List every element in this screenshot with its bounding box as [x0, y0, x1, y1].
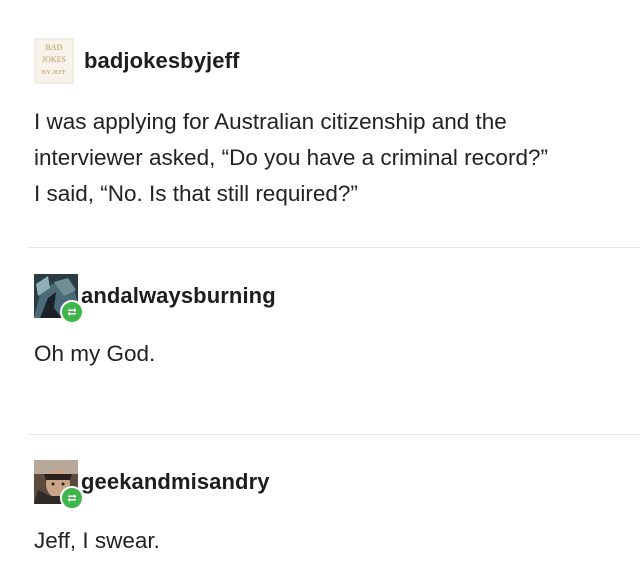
post-text-line: I said, “No. Is that still required?”	[34, 181, 358, 206]
username[interactable]: andalwaysburning	[81, 283, 276, 309]
post-body: I was applying for Australian citizenshi…	[34, 104, 548, 212]
blog-avatar[interactable]	[34, 274, 84, 324]
post-text-line: Jeff, I swear.	[34, 528, 160, 553]
reblog-icon	[60, 300, 84, 324]
post-body: Oh my God.	[34, 336, 155, 372]
blog-avatar-logo[interactable]: BAD JOKES BY JEFF	[34, 38, 74, 84]
post-text-line: I was applying for Australian citizenshi…	[34, 109, 507, 134]
post-text-line: interviewer asked, “Do you have a crimin…	[34, 145, 548, 170]
logo-line: BY JEFF	[42, 69, 67, 76]
blog-avatar[interactable]	[34, 460, 84, 510]
post-text-line: Oh my God.	[34, 341, 156, 366]
username[interactable]: badjokesbyjeff	[84, 48, 239, 74]
logo-line: JOKES	[42, 55, 66, 64]
post-original: BAD JOKES BY JEFF badjokesbyjeff I was a…	[0, 0, 640, 247]
post-header: BAD JOKES BY JEFF badjokesbyjeff	[34, 38, 239, 84]
post-body: Jeff, I swear.	[34, 523, 160, 559]
username[interactable]: geekandmisandry	[81, 469, 270, 495]
post-reblog: geekandmisandry Jeff, I swear.	[0, 435, 640, 571]
reblog-icon	[60, 486, 84, 510]
post-header: andalwaysburning	[34, 274, 276, 324]
post-header: geekandmisandry	[34, 460, 270, 510]
post-reblog: andalwaysburning Oh my God.	[0, 248, 640, 434]
logo-line: BAD	[46, 43, 63, 52]
